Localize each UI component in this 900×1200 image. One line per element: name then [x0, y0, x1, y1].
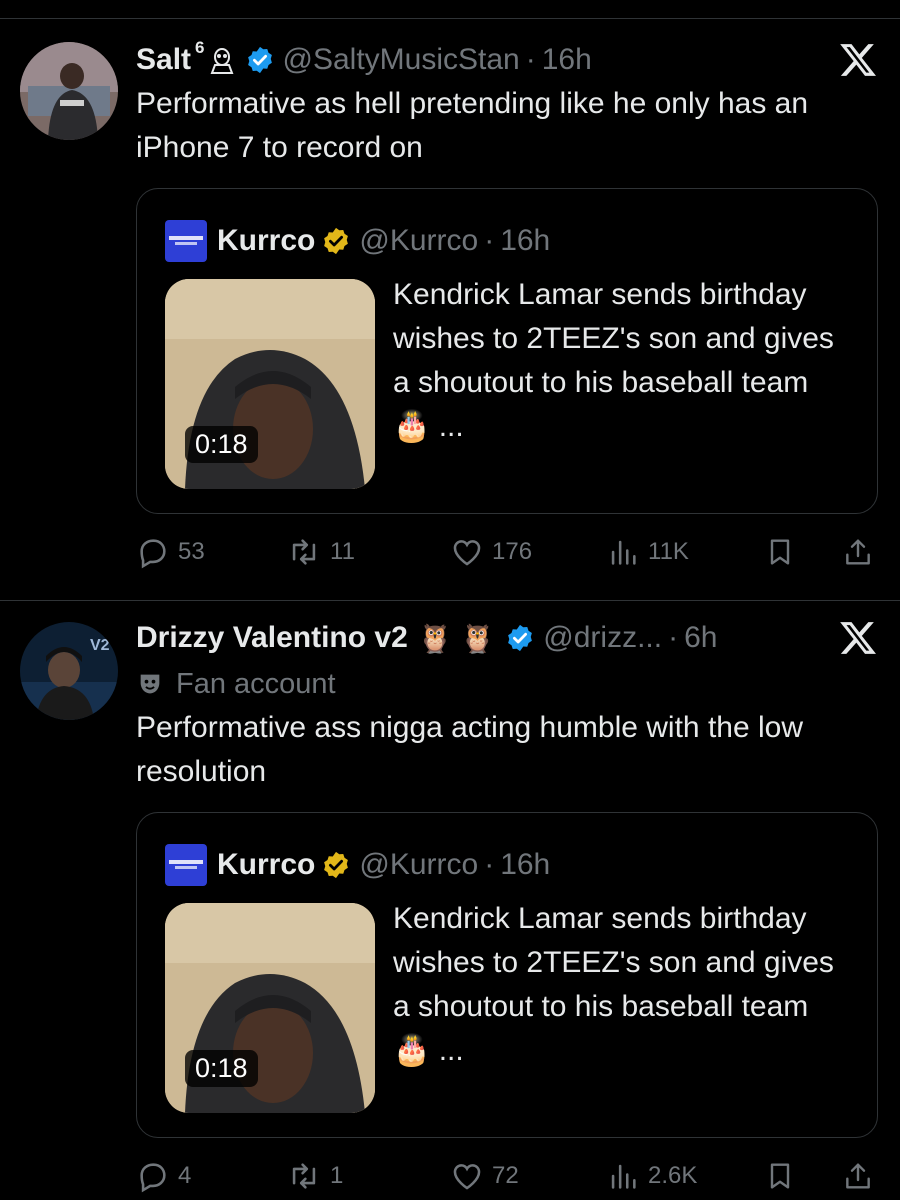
reply-button[interactable]: 4: [136, 1154, 191, 1198]
tweet-text: Performative as hell pretending like he …: [136, 87, 809, 164]
x-logo-icon[interactable]: [838, 40, 878, 80]
kurrco-avatar[interactable]: [165, 844, 207, 886]
share-icon: [846, 1163, 870, 1189]
kurrco-logo-icon: [169, 236, 203, 245]
repost-count: 1: [330, 1162, 344, 1189]
separator-dot: ·: [484, 848, 495, 881]
bookmark-button[interactable]: [764, 530, 804, 574]
author-handle[interactable]: @SaltyMusicStan: [283, 43, 520, 77]
tweet-divider: [0, 600, 900, 601]
verified-gold-badge-icon: [324, 851, 349, 879]
avatar[interactable]: V2: [20, 622, 118, 720]
timestamp[interactable]: 6h: [684, 621, 717, 655]
views-count: 11K: [648, 538, 689, 565]
theater-mask-icon: [140, 674, 160, 694]
author-handle[interactable]: @drizz...: [543, 621, 662, 655]
bookmark-icon: [770, 1163, 790, 1189]
reply-icon: [140, 539, 166, 569]
views-icon: [611, 540, 636, 565]
views-count: 2.6K: [648, 1162, 698, 1189]
repost-count: 11: [330, 538, 355, 565]
avatar-image: [20, 42, 118, 140]
views-icon: [611, 1164, 636, 1189]
quoted-author-handle[interactable]: @Kurrco: [359, 848, 478, 882]
verified-gold-badge-icon: [324, 227, 349, 255]
separator-dot: ·: [668, 621, 679, 654]
separator-dot: ·: [525, 43, 536, 76]
video-duration: 0:18: [185, 426, 258, 463]
verified-badge-icon: [508, 624, 533, 652]
author-name-superscript: 6: [195, 38, 205, 57]
repost-icon: [292, 539, 316, 565]
quoted-author-name[interactable]: Kurrco: [217, 848, 315, 882]
tweet-actions: 4 1 72 2.6K: [0, 1154, 900, 1198]
video-thumbnail[interactable]: 0:18: [165, 903, 375, 1113]
tweet-actions: 53 11 176 11K: [0, 530, 900, 574]
kurrco-avatar[interactable]: [165, 220, 207, 262]
quoted-header: Kurrco @Kurrco · 16h: [165, 844, 551, 886]
author-name[interactable]: Salt: [136, 43, 191, 77]
avatar-image: V2: [20, 622, 118, 720]
kurrco-logo-icon: [169, 860, 203, 869]
share-icon: [846, 539, 870, 565]
top-divider: [0, 18, 900, 19]
quoted-tweet[interactable]: Kurrco @Kurrco · 16h 0:18 Kendrick Lamar…: [136, 812, 878, 1138]
separator-dot: ·: [484, 224, 495, 257]
like-button[interactable]: 72: [450, 1154, 519, 1198]
repost-icon: [292, 1163, 316, 1189]
timestamp[interactable]: 16h: [542, 43, 592, 77]
quoted-header: Kurrco @Kurrco · 16h: [165, 220, 551, 262]
bookmark-icon: [770, 539, 790, 565]
tweet-header: Drizzy Valentino v2 🦉 🦉 @drizz... · 6h: [136, 618, 820, 658]
fan-account-label: Fan account: [136, 666, 336, 702]
repost-button[interactable]: 11: [286, 530, 355, 574]
like-button[interactable]: 176: [450, 530, 532, 574]
svg-text:V2: V2: [90, 637, 110, 654]
verified-badge-icon: [247, 46, 272, 74]
share-button[interactable]: [842, 1154, 882, 1198]
quoted-timestamp: 16h: [500, 848, 551, 881]
tweet-header: Salt 6 @SaltyMusicStan · 16h: [136, 38, 820, 80]
x-logo-icon[interactable]: [838, 618, 878, 658]
views-button[interactable]: 11K: [606, 530, 689, 574]
owl-logo-icon: [210, 48, 233, 74]
quoted-timestamp: 16h: [500, 224, 551, 257]
like-count: 176: [492, 538, 533, 565]
reply-button[interactable]: 53: [136, 530, 205, 574]
quoted-text: Kendrick Lamar sends birthday wishes to …: [393, 278, 834, 443]
quoted-tweet[interactable]: Kurrco @Kurrco · 16h 0:18 Kendrick Lamar…: [136, 188, 878, 514]
video-duration: 0:18: [185, 1050, 258, 1087]
like-count: 72: [492, 1162, 519, 1189]
video-thumbnail[interactable]: 0:18: [165, 279, 375, 489]
quoted-author-name[interactable]: Kurrco: [217, 224, 315, 258]
like-icon: [453, 540, 481, 566]
tweet-text: Performative ass nigga acting humble wit…: [136, 711, 804, 788]
quoted-author-handle[interactable]: @Kurrco: [359, 224, 478, 258]
bookmark-button[interactable]: [764, 1154, 804, 1198]
repost-button[interactable]: 1: [286, 1154, 343, 1198]
avatar[interactable]: [20, 42, 118, 140]
share-button[interactable]: [842, 530, 882, 574]
like-icon: [453, 1164, 481, 1190]
reply-count: 4: [178, 1162, 192, 1189]
fan-account-text: Fan account: [176, 667, 336, 700]
reply-count: 53: [178, 538, 205, 565]
views-button[interactable]: 2.6K: [606, 1154, 697, 1198]
owl-emoji-icon: 🦉 🦉: [417, 622, 496, 654]
author-name[interactable]: Drizzy Valentino v2: [136, 621, 408, 655]
reply-icon: [140, 1163, 166, 1193]
quoted-text: Kendrick Lamar sends birthday wishes to …: [393, 902, 834, 1067]
